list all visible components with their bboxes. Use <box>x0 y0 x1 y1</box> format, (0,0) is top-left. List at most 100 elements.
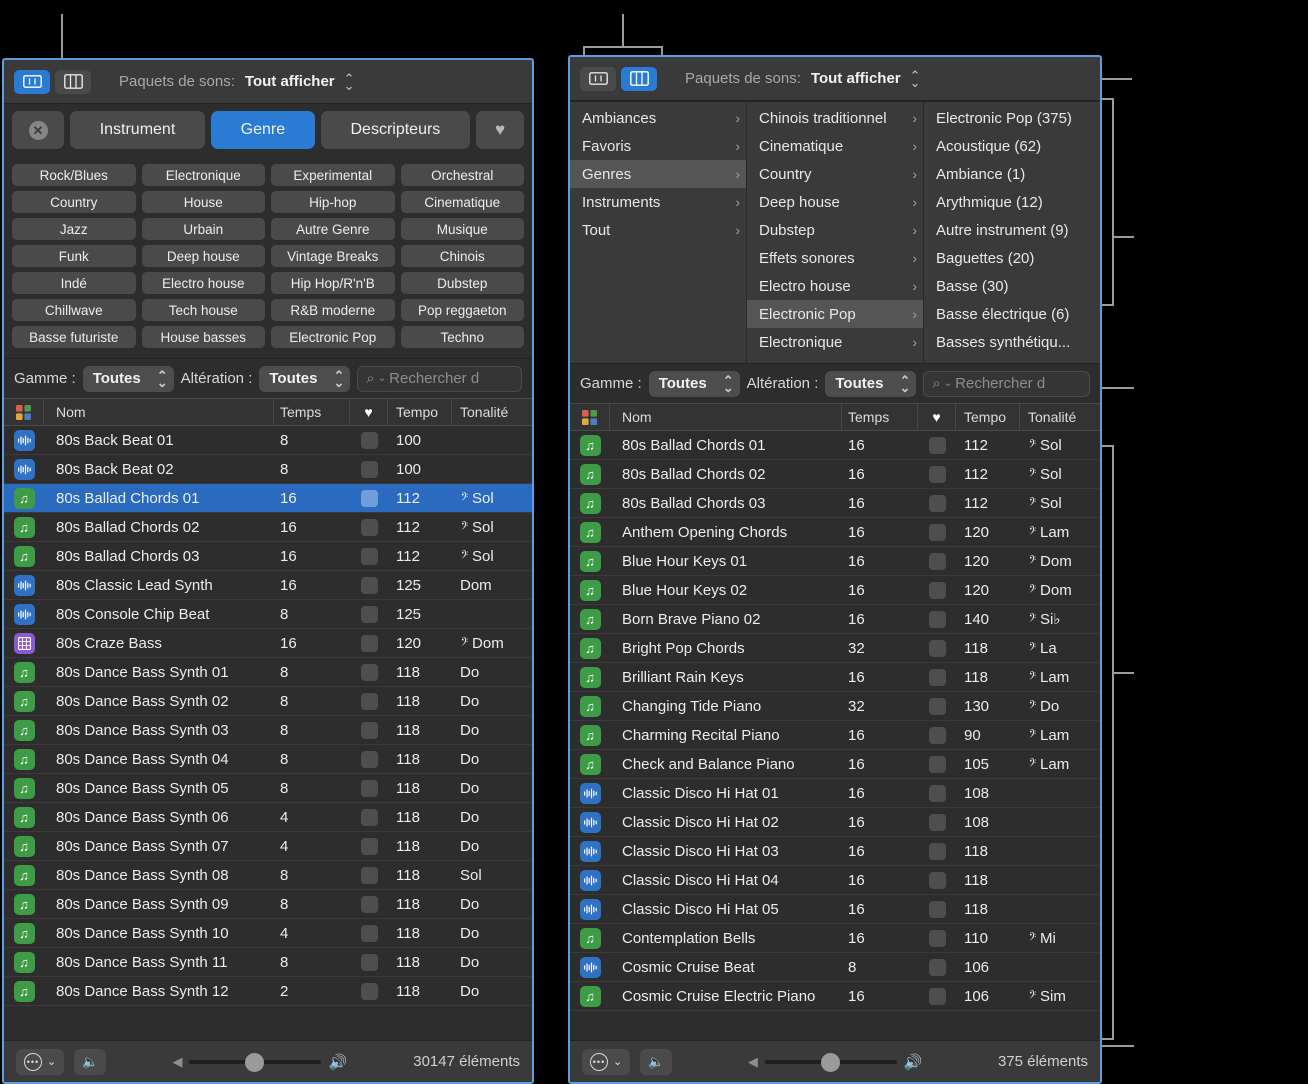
table-row[interactable]: ♫Bright Pop Chords32118𝄢La <box>570 634 1100 663</box>
browser-column-item[interactable]: Arythmique (12) <box>924 188 1100 216</box>
row-favorite-toggle[interactable] <box>918 489 956 517</box>
list-view-button[interactable] <box>580 67 616 91</box>
row-favorite-toggle[interactable] <box>350 832 388 860</box>
browser-column-item[interactable]: Cinematique› <box>747 132 923 160</box>
favorite-checkbox[interactable] <box>361 925 378 942</box>
table-row[interactable]: ♫Changing Tide Piano32130𝄢Do <box>570 692 1100 721</box>
row-favorite-toggle[interactable] <box>350 774 388 802</box>
action-menu-button[interactable]: ••• ⌄ <box>16 1049 64 1075</box>
favorite-checkbox[interactable] <box>361 693 378 710</box>
row-favorite-toggle[interactable] <box>918 547 956 575</box>
row-favorite-toggle[interactable] <box>918 750 956 778</box>
browser-column-item[interactable]: Basse (30) <box>924 272 1100 300</box>
alteration-select[interactable]: Toutes ⌃⌄ <box>825 371 916 397</box>
browser-column-item[interactable]: Tout› <box>570 216 746 244</box>
table-row[interactable]: Classic Disco Hi Hat 0516118 <box>570 895 1100 924</box>
left-view-mode-group[interactable] <box>14 70 91 94</box>
row-favorite-toggle[interactable] <box>350 745 388 773</box>
row-favorite-toggle[interactable] <box>350 455 388 483</box>
table-row[interactable]: 80s Back Beat 018100 <box>4 426 532 455</box>
col-tempo[interactable]: Tempo <box>956 404 1020 430</box>
favorite-checkbox[interactable] <box>361 867 378 884</box>
row-favorite-toggle[interactable] <box>918 634 956 662</box>
search-input[interactable]: ⌕⌄ Rechercher d <box>357 366 522 392</box>
volume-slider-knob[interactable] <box>245 1053 264 1072</box>
genre-chip[interactable]: Musique <box>401 218 525 240</box>
row-favorite-toggle[interactable] <box>350 484 388 512</box>
table-row[interactable]: ♫Blue Hour Keys 0116120𝄢Dom <box>570 547 1100 576</box>
favorite-checkbox[interactable] <box>361 809 378 826</box>
table-row[interactable]: ♫Check and Balance Piano16105𝄢Lam <box>570 750 1100 779</box>
column-view-button[interactable] <box>621 67 657 91</box>
row-favorite-toggle[interactable] <box>918 982 956 1010</box>
browser-column-item[interactable]: Electronic Pop (375) <box>924 104 1100 132</box>
genre-chip[interactable]: Tech house <box>142 299 266 321</box>
browser-column-item[interactable]: Basses synthétiqu... <box>924 328 1100 356</box>
row-favorite-toggle[interactable] <box>350 542 388 570</box>
row-favorite-toggle[interactable] <box>350 571 388 599</box>
browser-column-item[interactable]: Deep house› <box>747 188 923 216</box>
favorite-checkbox[interactable] <box>929 437 946 454</box>
volume-slider[interactable] <box>765 1060 897 1064</box>
table-row[interactable]: ♫80s Ballad Chords 0216112𝄢Sol <box>570 460 1100 489</box>
browser-column-item[interactable]: Instruments› <box>570 188 746 216</box>
col-nom[interactable]: Nom <box>44 399 274 425</box>
table-row[interactable]: ♫80s Dance Bass Synth 098118Do <box>4 890 532 919</box>
row-favorite-toggle[interactable] <box>918 576 956 604</box>
row-favorite-toggle[interactable] <box>350 629 388 657</box>
tab-genre[interactable]: Genre <box>211 111 315 149</box>
browser-column-2[interactable]: Chinois traditionnel›Cinematique›Country… <box>747 102 924 363</box>
table-row[interactable]: Classic Disco Hi Hat 0216108 <box>570 808 1100 837</box>
row-favorite-toggle[interactable] <box>918 779 956 807</box>
table-row[interactable]: ♫80s Ballad Chords 0116112𝄢Sol <box>4 484 532 513</box>
favorite-checkbox[interactable] <box>361 490 378 507</box>
sound-packs-stepper-icon[interactable]: ⌃⌄ <box>344 75 355 89</box>
browser-column-3[interactable]: Electronic Pop (375)Acoustique (62)Ambia… <box>924 102 1100 363</box>
browser-column-item[interactable]: Experimental› <box>747 356 923 363</box>
action-menu-button[interactable]: ••• ⌄ <box>582 1049 630 1075</box>
table-row[interactable]: Cosmic Cruise Beat8106 <box>570 953 1100 982</box>
favorite-checkbox[interactable] <box>361 722 378 739</box>
table-row[interactable]: ♫80s Dance Bass Synth 118118Do <box>4 948 532 977</box>
row-favorite-toggle[interactable] <box>918 721 956 749</box>
favorite-checkbox[interactable] <box>361 432 378 449</box>
genre-chip[interactable]: R&B moderne <box>271 299 395 321</box>
row-favorite-toggle[interactable] <box>350 716 388 744</box>
browser-column-item[interactable]: Ambiances› <box>570 104 746 132</box>
col-favorite[interactable]: ♥ <box>918 404 956 430</box>
row-favorite-toggle[interactable] <box>918 431 956 459</box>
row-favorite-toggle[interactable] <box>918 866 956 894</box>
favorite-checkbox[interactable] <box>929 582 946 599</box>
row-favorite-toggle[interactable] <box>350 426 388 454</box>
col-temps[interactable]: Temps <box>842 404 918 430</box>
favorite-checkbox[interactable] <box>929 524 946 541</box>
col-favorite[interactable]: ♥ <box>350 399 388 425</box>
table-row[interactable]: ♫Brilliant Rain Keys16118𝄢Lam <box>570 663 1100 692</box>
browser-column-item[interactable]: Basse électrique (6) <box>924 300 1100 328</box>
favorite-checkbox[interactable] <box>361 838 378 855</box>
table-row[interactable]: Classic Disco Hi Hat 0416118 <box>570 866 1100 895</box>
volume-control[interactable]: ◀ 🔊 <box>116 1053 403 1071</box>
table-row[interactable]: ♫80s Ballad Chords 0216112𝄢Sol <box>4 513 532 542</box>
genre-chip[interactable]: Pop reggaeton <box>401 299 525 321</box>
genre-chip[interactable]: Urbain <box>142 218 266 240</box>
table-row[interactable]: ♫80s Ballad Chords 0316112𝄢Sol <box>570 489 1100 518</box>
row-favorite-toggle[interactable] <box>350 687 388 715</box>
favorite-checkbox[interactable] <box>929 988 946 1005</box>
row-favorite-toggle[interactable] <box>350 861 388 889</box>
preview-mute-button[interactable]: 🔈 <box>640 1049 672 1075</box>
favorite-checkbox[interactable] <box>361 461 378 478</box>
favorite-checkbox[interactable] <box>929 495 946 512</box>
row-favorite-toggle[interactable] <box>918 837 956 865</box>
genre-chip[interactable]: Orchestral <box>401 164 525 186</box>
volume-control[interactable]: ◀ 🔊 <box>682 1053 988 1071</box>
row-favorite-toggle[interactable] <box>918 895 956 923</box>
row-favorite-toggle[interactable] <box>350 658 388 686</box>
left-loop-table[interactable]: 80s Back Beat 01810080s Back Beat 028100… <box>4 426 532 1040</box>
genre-chip[interactable]: House <box>142 191 266 213</box>
table-row[interactable]: ♫80s Dance Bass Synth 058118Do <box>4 774 532 803</box>
tab-instrument[interactable]: Instrument <box>70 111 205 149</box>
browser-column-1[interactable]: Ambiances›Favoris›Genres›Instruments›Tou… <box>570 102 747 363</box>
row-favorite-toggle[interactable] <box>918 460 956 488</box>
genre-chip[interactable]: Hip Hop/R'n'B <box>271 272 395 294</box>
